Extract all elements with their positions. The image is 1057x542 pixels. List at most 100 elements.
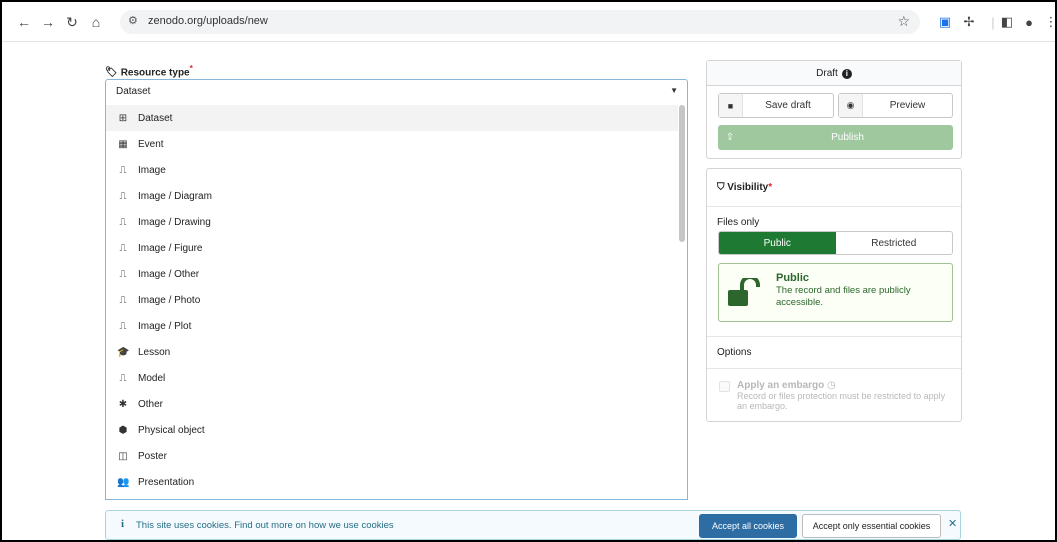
back-arrow-icon[interactable]: ←	[14, 12, 34, 32]
resource-type-option-label: Physical object	[138, 424, 205, 436]
info-circle-icon[interactable]: i	[841, 69, 852, 79]
visibility-header: ⛉ Visibility*	[707, 169, 961, 207]
chart-area-icon: ⎍	[119, 164, 127, 176]
browser-toolbar: ← → ↻ ⌂ ⚙ zenodo.org/uploads/new ☆ ▣ ✢ |…	[2, 2, 1055, 42]
resource-type-label-text: Resource type	[120, 67, 190, 79]
resource-type-option-label: Event	[138, 138, 164, 150]
side-panel-icon[interactable]: ◧	[998, 13, 1016, 31]
resource-type-option[interactable]: ⊞ Dataset	[106, 105, 678, 131]
visibility-toggle: Public Restricted	[718, 231, 953, 255]
resource-type-option[interactable]: ⎍ Model	[106, 365, 678, 391]
chart-area-icon: ⎍	[119, 190, 127, 202]
resource-type-option-label: Image / Photo	[138, 294, 201, 306]
table-icon: ⊞	[118, 112, 128, 124]
publish-button[interactable]: ⇪ Publish	[718, 125, 953, 150]
public-option-button[interactable]: Public	[719, 232, 836, 254]
resource-type-option[interactable]: ⎍ Image / Plot	[106, 313, 678, 339]
resource-type-option[interactable]: 👥 Presentation	[106, 469, 678, 495]
upload-icon: ⇪	[725, 132, 735, 143]
draft-title: Draft	[816, 68, 838, 79]
save-draft-label: Save draft	[765, 100, 811, 111]
forward-arrow-icon[interactable]: →	[38, 12, 58, 32]
resource-type-option-label: Poster	[138, 450, 167, 462]
browser-window: ← → ↻ ⌂ ⚙ zenodo.org/uploads/new ☆ ▣ ✢ |…	[0, 0, 1057, 542]
visibility-panel: ⛉ Visibility* Files only Public Restrict…	[706, 168, 962, 422]
extension-icon[interactable]: ▣	[936, 13, 954, 31]
resource-type-option-label: Other	[138, 398, 164, 410]
close-icon[interactable]: ✕	[948, 517, 957, 530]
embargo-title-text: Apply an embargo	[737, 380, 825, 391]
menu-scrollbar[interactable]	[679, 105, 685, 242]
resource-type-option-label: Dataset	[138, 112, 173, 124]
embargo-description: Record or files protection must be restr…	[737, 391, 946, 411]
caret-down-icon: ▼	[670, 86, 678, 95]
resource-type-option[interactable]: 🎓 Lesson	[106, 339, 678, 365]
puzzle-extensions-icon[interactable]: ✢	[960, 13, 978, 31]
resource-type-option-label: Image / Drawing	[138, 216, 211, 228]
resource-type-option[interactable]: ⎍ Image / Drawing	[106, 209, 678, 235]
required-mark: *	[189, 63, 193, 73]
restricted-option-button[interactable]: Restricted	[835, 232, 952, 254]
resource-type-option[interactable]: ⎍ Image / Diagram	[106, 183, 678, 209]
asterisk-icon: ✱	[118, 398, 128, 410]
resource-type-option-label: Lesson	[138, 346, 171, 358]
options-label: Options	[717, 347, 752, 358]
resource-type-option-label: Image / Diagram	[138, 190, 212, 202]
cookie-text[interactable]: This site uses cookies. Find out more on…	[136, 520, 394, 531]
resource-type-option[interactable]: ⎍ Image / Figure	[106, 235, 678, 261]
profile-avatar-icon[interactable]: ●	[1020, 13, 1038, 31]
embargo-checkbox[interactable]	[719, 381, 730, 392]
resource-type-option[interactable]: ▦ Event	[106, 131, 678, 157]
address-bar[interactable]: ⚙ zenodo.org/uploads/new ☆	[120, 10, 920, 34]
chart-area-icon: ⎍	[119, 242, 127, 254]
files-only-label: Files only	[717, 217, 760, 228]
cube-icon: ⬢	[118, 424, 128, 436]
users-icon: 👥	[117, 476, 130, 488]
chart-area-icon: ⎍	[119, 320, 127, 332]
resource-type-option[interactable]: ◫ Poster	[106, 443, 678, 469]
resource-type-option[interactable]: ⎍ Image / Photo	[106, 287, 678, 313]
visibility-title: Visibility	[727, 182, 769, 193]
accept-essential-cookies-button[interactable]: Accept only essential cookies	[802, 514, 941, 538]
public-status-description: The record and files are publicly access…	[776, 285, 911, 308]
public-status-message: Public The record and files are publicly…	[718, 263, 953, 322]
public-status-title: Public	[776, 272, 810, 284]
resource-type-option[interactable]: ⬢ Physical object	[106, 417, 678, 443]
menu-kebab-icon[interactable]: ⋮	[1042, 13, 1056, 31]
resource-type-option-label: Image / Figure	[138, 242, 203, 254]
resource-type-label: 🏷 Resource type*	[105, 63, 193, 78]
resource-type-option-label: Image / Other	[138, 268, 200, 280]
draft-header: Draft i	[707, 61, 961, 86]
resource-type-option[interactable]: ✱ Other	[106, 391, 678, 417]
chart-area-icon: ⎍	[119, 268, 127, 280]
cookie-banner: i This site uses cookies. Find out more …	[105, 510, 961, 540]
columns-icon: ◫	[118, 450, 128, 462]
resource-type-selected-value: Dataset	[116, 86, 151, 97]
preview-label: Preview	[889, 100, 926, 111]
save-draft-button[interactable]: ■ Save draft	[718, 93, 834, 118]
info-icon: i	[121, 518, 125, 530]
site-settings-icon[interactable]: ⚙	[128, 14, 138, 27]
graduation-cap-icon: 🎓	[117, 346, 130, 358]
accept-all-cookies-button[interactable]: Accept all cookies	[699, 514, 797, 538]
url-text: zenodo.org/uploads/new	[148, 15, 268, 27]
visibility-required-mark: *	[768, 182, 773, 193]
reload-icon[interactable]: ↻	[62, 12, 82, 32]
chart-area-icon: ⎍	[119, 294, 127, 306]
resource-type-option-label: Image / Plot	[138, 320, 192, 332]
resource-type-option-label: Image	[138, 164, 166, 176]
resource-type-option[interactable]: ⎍ Image	[106, 157, 678, 183]
embargo-title: Apply an embargo ◷	[737, 380, 836, 391]
tag-icon: 🏷	[105, 67, 118, 79]
resource-type-menu: 👥 Presentation ◫ Poster ⬢ Physical object ✱ Oth…	[105, 103, 688, 500]
save-icon: ■	[719, 94, 743, 117]
eye-icon: ◉	[839, 94, 863, 117]
preview-button[interactable]: ◉ Preview	[838, 93, 953, 118]
lock-open-icon	[728, 278, 760, 306]
bookmark-star-icon[interactable]: ☆	[897, 13, 910, 30]
resource-type-option[interactable]: ⎍ Image / Other	[106, 261, 678, 287]
resource-type-option-label: Model	[138, 372, 166, 384]
chart-area-icon: ⎍	[119, 372, 127, 384]
home-icon[interactable]: ⌂	[86, 12, 106, 32]
resource-type-dropdown[interactable]: Dataset ▼	[105, 79, 688, 103]
